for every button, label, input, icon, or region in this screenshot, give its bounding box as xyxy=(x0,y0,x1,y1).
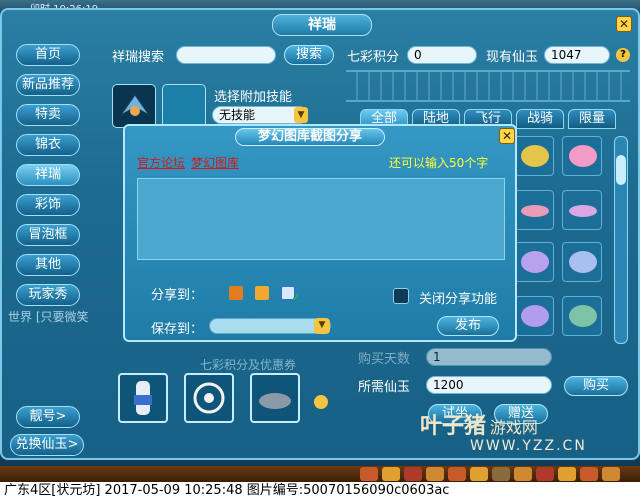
pretty-number-button[interactable]: 靓号> xyxy=(16,406,80,428)
help-icon[interactable]: ? xyxy=(616,48,630,62)
days-input[interactable]: 1 xyxy=(426,348,552,366)
points-label: 七彩积分 xyxy=(347,50,400,65)
watermark-brand: 叶子猪 xyxy=(420,414,487,439)
skill-slot-1[interactable] xyxy=(112,84,156,128)
chevron-down-icon[interactable]: ▼ xyxy=(314,318,330,334)
chat-line: 世界 [只要微笑 xyxy=(8,310,89,324)
watermark: 叶子猪 游戏网 WWW.YZZ.CN xyxy=(420,408,620,458)
watermark-sub: 游戏网 xyxy=(489,418,538,437)
sidebar-item-bubble[interactable]: 冒泡框 xyxy=(16,224,80,246)
ornament-icon xyxy=(193,382,225,414)
sidebar-item-home[interactable]: 首页 xyxy=(16,44,80,66)
chevron-down-icon[interactable]: ▼ xyxy=(294,107,308,123)
sidebar-item-xiangrui[interactable]: 祥瑞 xyxy=(16,164,80,186)
pet-icon xyxy=(569,145,597,167)
tab-limited[interactable]: 限量 xyxy=(568,109,616,129)
preview-thumb-ornament[interactable] xyxy=(184,373,234,423)
share-text-input[interactable] xyxy=(137,178,505,260)
share-to-label: 分享到： xyxy=(151,288,204,303)
scrollbar-thumb[interactable] xyxy=(616,155,626,185)
pet-icon xyxy=(521,205,549,217)
sidebar-item-ornaments[interactable]: 彩饰 xyxy=(16,194,80,216)
window-title: 祥瑞 xyxy=(272,14,372,36)
share-dialog-title: 梦幻图库截图分享 xyxy=(235,128,385,146)
sidebar-item-other[interactable]: 其他 xyxy=(16,254,80,276)
grid-item[interactable] xyxy=(514,242,554,282)
close-share-checkbox[interactable] xyxy=(393,288,409,304)
official-forum-link[interactable]: 官方论坛 xyxy=(137,154,185,171)
exchange-jade-button[interactable]: 兑换仙玉> xyxy=(10,434,84,456)
rotate-icon[interactable] xyxy=(314,395,328,409)
points-value: 0 xyxy=(407,46,477,64)
jade-value: 1047 xyxy=(544,46,610,64)
hotbar-slot[interactable] xyxy=(448,467,466,481)
pet-icon xyxy=(569,205,597,217)
pet-icon xyxy=(569,251,597,273)
publish-button[interactable]: 发布 xyxy=(437,316,499,336)
pet-icon xyxy=(569,305,597,327)
screenshot-info-line: 广东4区[状元坊] 2017-05-09 10:25:48 图片编号:50070… xyxy=(0,482,640,500)
hotbar-slot[interactable] xyxy=(514,467,532,481)
hotbar-slot[interactable] xyxy=(536,467,554,481)
hotbar-slot[interactable] xyxy=(470,467,488,481)
share-icon-1[interactable] xyxy=(229,286,243,300)
grid-item[interactable] xyxy=(562,242,602,282)
hotbar-slot[interactable] xyxy=(580,467,598,481)
dialog-close-icon[interactable]: ✕ xyxy=(499,128,515,144)
window-close-icon[interactable]: ✕ xyxy=(616,16,632,32)
pet-icon xyxy=(521,145,549,167)
mount-icon xyxy=(259,393,291,409)
pet-icon xyxy=(521,305,549,327)
jade-label: 现有仙玉 xyxy=(486,50,539,65)
pet-icon xyxy=(521,251,549,273)
grid-scrollbar[interactable] xyxy=(614,136,628,344)
grid-item[interactable] xyxy=(562,296,602,336)
grid-item[interactable] xyxy=(562,136,602,176)
grid-item[interactable] xyxy=(562,190,602,230)
decorative-band xyxy=(346,70,630,102)
preview-thumb-mount[interactable] xyxy=(250,373,300,423)
sidebar-item-player-show[interactable]: 玩家秀 xyxy=(16,284,80,306)
watermark-site: WWW.YZZ.CN xyxy=(470,438,587,454)
grid-item[interactable] xyxy=(514,136,554,176)
search-input[interactable] xyxy=(176,46,276,64)
char-remaining: 还可以输入50个字 xyxy=(389,156,489,170)
character-icon xyxy=(134,381,152,415)
game-hotbar xyxy=(0,466,640,482)
buy-button[interactable]: 购买 xyxy=(564,376,628,396)
hotbar-slot[interactable] xyxy=(404,467,422,481)
hotbar-slot[interactable] xyxy=(558,467,576,481)
chat-line: 七彩积分及优惠券 xyxy=(200,358,297,372)
skill-label: 选择附加技能 xyxy=(214,90,293,105)
sidebar-item-new[interactable]: 新品推荐 xyxy=(16,74,80,96)
share-dialog: 梦幻图库截图分享 ✕ 官方论坛 梦幻图库 还可以输入50个字 分享到： ✓ 关闭… xyxy=(123,124,517,342)
search-label: 祥瑞搜索 xyxy=(112,50,165,65)
gallery-link[interactable]: 梦幻图库 xyxy=(191,154,239,171)
grid-item[interactable] xyxy=(514,190,554,230)
search-button[interactable]: 搜索 xyxy=(284,45,334,65)
save-to-label: 保存到： xyxy=(151,322,204,337)
days-label: 购买天数 xyxy=(358,352,411,367)
price-label: 所需仙玉 xyxy=(358,380,411,395)
close-share-label: 关闭分享功能 xyxy=(419,292,498,307)
sidebar-item-clothes[interactable]: 锦衣 xyxy=(16,134,80,156)
share-icon-2[interactable] xyxy=(255,286,269,300)
save-to-select[interactable]: ▼ xyxy=(209,318,331,334)
check-icon: ✓ xyxy=(291,290,302,304)
hotbar-slot[interactable] xyxy=(602,467,620,481)
skill-slot-2[interactable] xyxy=(162,84,206,128)
hotbar-slot[interactable] xyxy=(492,467,510,481)
wings-icon xyxy=(120,94,150,116)
sidebar-item-sale[interactable]: 特卖 xyxy=(16,104,80,126)
hotbar-slot[interactable] xyxy=(426,467,444,481)
hotbar-slot[interactable] xyxy=(360,467,378,481)
grid-item[interactable] xyxy=(514,296,554,336)
preview-thumb-character[interactable] xyxy=(118,373,168,423)
tab-mount[interactable]: 战骑 xyxy=(516,109,564,129)
hotbar-slot[interactable] xyxy=(382,467,400,481)
price-value: 1200 xyxy=(426,376,552,394)
